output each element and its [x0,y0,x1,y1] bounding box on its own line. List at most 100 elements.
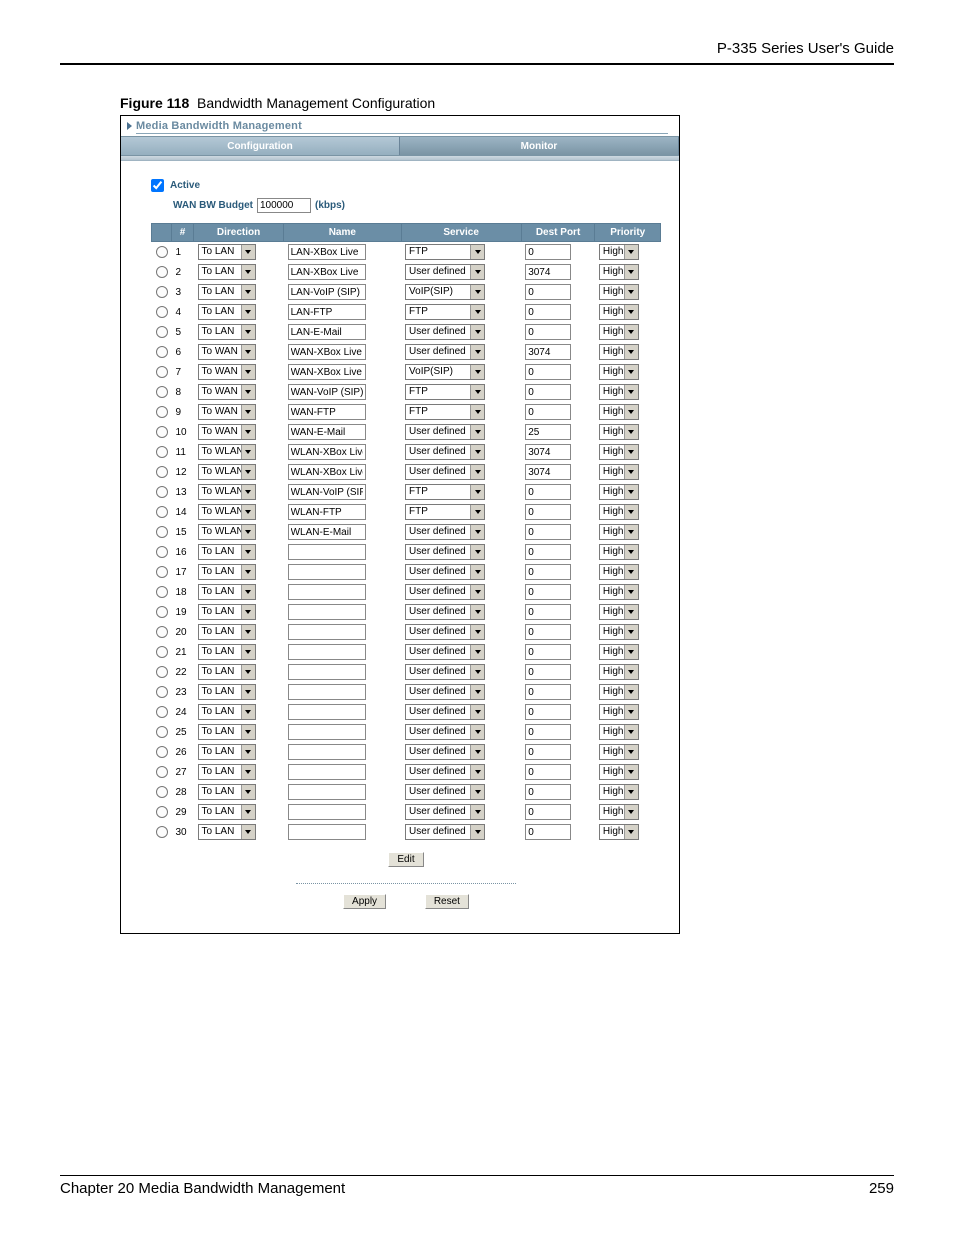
direction-select[interactable]: To WAN [198,424,256,440]
dest-port-input[interactable] [525,784,571,800]
name-input[interactable] [288,244,366,260]
name-input[interactable] [288,604,366,620]
dest-port-input[interactable] [525,504,571,520]
reset-button[interactable]: Reset [425,894,469,909]
row-select-radio[interactable] [156,746,168,758]
row-select-radio[interactable] [156,306,168,318]
row-select-radio[interactable] [156,786,168,798]
active-checkbox[interactable] [151,179,164,192]
service-select[interactable]: User defined [405,804,485,820]
priority-select[interactable]: High [599,684,639,700]
direction-select[interactable]: To WLAN [198,484,256,500]
dest-port-input[interactable] [525,384,571,400]
row-select-radio[interactable] [156,326,168,338]
direction-select[interactable]: To LAN [198,564,256,580]
service-select[interactable]: User defined [405,584,485,600]
service-select[interactable]: User defined [405,764,485,780]
priority-select[interactable]: High [599,664,639,680]
direction-select[interactable]: To WLAN [198,504,256,520]
service-select[interactable]: User defined [405,444,485,460]
row-select-radio[interactable] [156,586,168,598]
tab-configuration[interactable]: Configuration [121,137,400,155]
row-select-radio[interactable] [156,346,168,358]
direction-select[interactable]: To LAN [198,324,256,340]
direction-select[interactable]: To LAN [198,704,256,720]
row-select-radio[interactable] [156,726,168,738]
dest-port-input[interactable] [525,244,571,260]
name-input[interactable] [288,624,366,640]
direction-select[interactable]: To LAN [198,584,256,600]
direction-select[interactable]: To WAN [198,364,256,380]
name-input[interactable] [288,764,366,780]
direction-select[interactable]: To LAN [198,824,256,840]
dest-port-input[interactable] [525,624,571,640]
priority-select[interactable]: High [599,324,639,340]
service-select[interactable]: VoIP(SIP) [405,284,485,300]
name-input[interactable] [288,824,366,840]
name-input[interactable] [288,684,366,700]
row-select-radio[interactable] [156,766,168,778]
direction-select[interactable]: To LAN [198,684,256,700]
priority-select[interactable]: High [599,804,639,820]
row-select-radio[interactable] [156,626,168,638]
direction-select[interactable]: To LAN [198,284,256,300]
dest-port-input[interactable] [525,744,571,760]
row-select-radio[interactable] [156,506,168,518]
service-select[interactable]: User defined [405,344,485,360]
name-input[interactable] [288,444,366,460]
dest-port-input[interactable] [525,704,571,720]
service-select[interactable]: FTP [405,304,485,320]
priority-select[interactable]: High [599,824,639,840]
dest-port-input[interactable] [525,264,571,280]
direction-select[interactable]: To WLAN [198,444,256,460]
row-select-radio[interactable] [156,826,168,838]
name-input[interactable] [288,264,366,280]
direction-select[interactable]: To LAN [198,744,256,760]
name-input[interactable] [288,504,366,520]
priority-select[interactable]: High [599,484,639,500]
row-select-radio[interactable] [156,466,168,478]
dest-port-input[interactable] [525,304,571,320]
dest-port-input[interactable] [525,484,571,500]
direction-select[interactable]: To WLAN [198,524,256,540]
dest-port-input[interactable] [525,604,571,620]
row-select-radio[interactable] [156,606,168,618]
dest-port-input[interactable] [525,804,571,820]
priority-select[interactable]: High [599,364,639,380]
row-select-radio[interactable] [156,686,168,698]
row-select-radio[interactable] [156,246,168,258]
service-select[interactable]: FTP [405,504,485,520]
service-select[interactable]: User defined [405,824,485,840]
name-input[interactable] [288,704,366,720]
name-input[interactable] [288,584,366,600]
name-input[interactable] [288,464,366,480]
row-select-radio[interactable] [156,806,168,818]
priority-select[interactable]: High [599,624,639,640]
row-select-radio[interactable] [156,666,168,678]
dest-port-input[interactable] [525,524,571,540]
budget-input[interactable] [257,198,311,213]
service-select[interactable]: User defined [405,784,485,800]
dest-port-input[interactable] [525,724,571,740]
direction-select[interactable]: To LAN [198,264,256,280]
name-input[interactable] [288,664,366,680]
priority-select[interactable]: High [599,584,639,600]
service-select[interactable]: User defined [405,644,485,660]
dest-port-input[interactable] [525,324,571,340]
service-select[interactable]: User defined [405,704,485,720]
name-input[interactable] [288,484,366,500]
dest-port-input[interactable] [525,544,571,560]
name-input[interactable] [288,544,366,560]
priority-select[interactable]: High [599,404,639,420]
priority-select[interactable]: High [599,304,639,320]
direction-select[interactable]: To LAN [198,544,256,560]
service-select[interactable]: FTP [405,384,485,400]
row-select-radio[interactable] [156,406,168,418]
dest-port-input[interactable] [525,364,571,380]
name-input[interactable] [288,324,366,340]
priority-select[interactable]: High [599,264,639,280]
priority-select[interactable]: High [599,724,639,740]
service-select[interactable]: User defined [405,564,485,580]
dest-port-input[interactable] [525,464,571,480]
row-select-radio[interactable] [156,546,168,558]
